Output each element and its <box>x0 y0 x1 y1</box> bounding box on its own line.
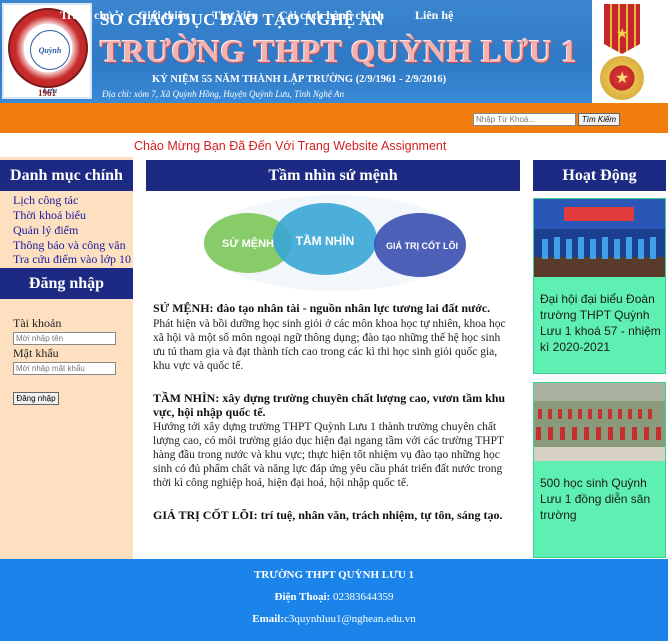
news-card[interactable]: Đại hội đại biểu Đoàn trường THPT Quỳnh … <box>533 198 666 374</box>
activities-title: Hoạt Động <box>533 160 666 191</box>
sidebar-title: Danh mục chính <box>0 160 133 191</box>
welcome-message: Chào Mừng Bạn Đã Đến Với Trang Website A… <box>134 139 447 153</box>
core-values-heading: GIÁ TRỊ CỐT LÕI: trí tuệ, nhân văn, trác… <box>153 508 503 522</box>
news-image-performance[interactable] <box>534 383 665 461</box>
logo-year: 1961 <box>38 88 56 98</box>
nav-home[interactable]: Trang chủ <box>60 8 113 23</box>
sidebar-link-notices[interactable]: Thông báo và công văn <box>13 238 126 253</box>
login-title: Đăng nhập <box>0 268 133 299</box>
nav-admin-reform[interactable]: Cải cách hành chính <box>279 8 384 23</box>
password-field[interactable] <box>13 362 116 375</box>
sidebar-link-schedule[interactable]: Lịch công tác <box>13 193 78 208</box>
anniversary-text: KỶ NIỆM 55 NĂM THÀNH LẬP TRƯỜNG (2/9/196… <box>152 74 447 85</box>
news-card[interactable]: 500 học sinh Quỳnh Lưu 1 đồng diễn sân t… <box>533 382 666 558</box>
mission-heading: SỨ MỆNH: đào tạo nhân tài - nguồn nhân l… <box>153 301 491 315</box>
footer-phone-value: 02383644359 <box>332 591 394 603</box>
footer: TRƯỜNG THPT QUỲNH LƯU 1 Điện Thoại: 0238… <box>0 559 668 641</box>
medal-badge: ★ ★ <box>592 0 668 103</box>
news-title[interactable]: 500 học sinh Quỳnh Lưu 1 đồng diễn sân t… <box>540 475 662 523</box>
mission-bubble-label: SỨ MỆNH <box>222 237 274 250</box>
logo-text: Quỳnh Lưu <box>30 30 70 95</box>
address-text: Địa chỉ: xóm 7, Xã Quỳnh Hồng, Huyện Quỳ… <box>102 89 344 99</box>
vision-text: Hướng tới xây dựng trường THPT Quỳnh Lưu… <box>153 421 504 489</box>
sidebar-link-timetable[interactable]: Thời khoá biểu <box>13 208 86 223</box>
center-title: Tầm nhìn sứ mệnh <box>146 160 520 191</box>
search-button[interactable]: Tìm Kiếm <box>578 113 620 126</box>
footer-email: Email:c3quynhluu1@nghean.edu.vn <box>0 613 668 625</box>
nav-about[interactable]: Giới thiệu <box>138 8 190 23</box>
footer-phone: Điện Thoại: 02383644359 <box>0 591 668 603</box>
nav-contact[interactable]: Liên hệ <box>415 8 453 23</box>
footer-email-value[interactable]: c3quynhluu1@nghean.edu.vn <box>284 613 416 625</box>
username-label: Tài khoản <box>13 316 62 330</box>
search-input[interactable] <box>473 113 576 126</box>
sidebar-link-grades[interactable]: Quản lý điểm <box>13 223 78 238</box>
medal-star-icon: ★ <box>615 70 630 87</box>
news-image-congress[interactable] <box>534 199 665 277</box>
vision-bubble-label: TẦM NHÌN <box>296 233 355 248</box>
footer-email-label: Email: <box>252 613 285 625</box>
school-name: TRƯỜNG THPT QUỲNH LƯU 1 <box>100 33 578 69</box>
password-label: Mật khẩu <box>13 346 59 360</box>
login-button[interactable]: Đăng nhập <box>13 392 59 405</box>
vision-heading: TẦM NHÌN: xây dựng trường chuyên chất lư… <box>153 391 506 419</box>
sidebar-link-grade10-lookup[interactable]: Tra cứu điểm vào lớp 10 <box>13 252 131 267</box>
footer-school-name: TRƯỜNG THPT QUỲNH LƯU 1 <box>253 569 415 581</box>
values-bubble-label: GIÁ TRỊ CỐT LÕI <box>386 240 458 251</box>
mission-text: Phát hiện và bồi dưỡng học sinh giỏi ở c… <box>153 318 506 372</box>
footer-phone-label: Điện Thoại: <box>274 591 331 603</box>
username-field[interactable] <box>13 332 116 345</box>
news-title[interactable]: Đại hội đại biểu Đoàn trường THPT Quỳnh … <box>540 291 662 355</box>
nav-library[interactable]: Thư viện <box>212 8 258 23</box>
star-icon: ★ <box>616 27 629 42</box>
mission-vision-image: SỨ MỆNH TẦM NHÌN GIÁ TRỊ CỐT LÕI <box>204 195 466 291</box>
